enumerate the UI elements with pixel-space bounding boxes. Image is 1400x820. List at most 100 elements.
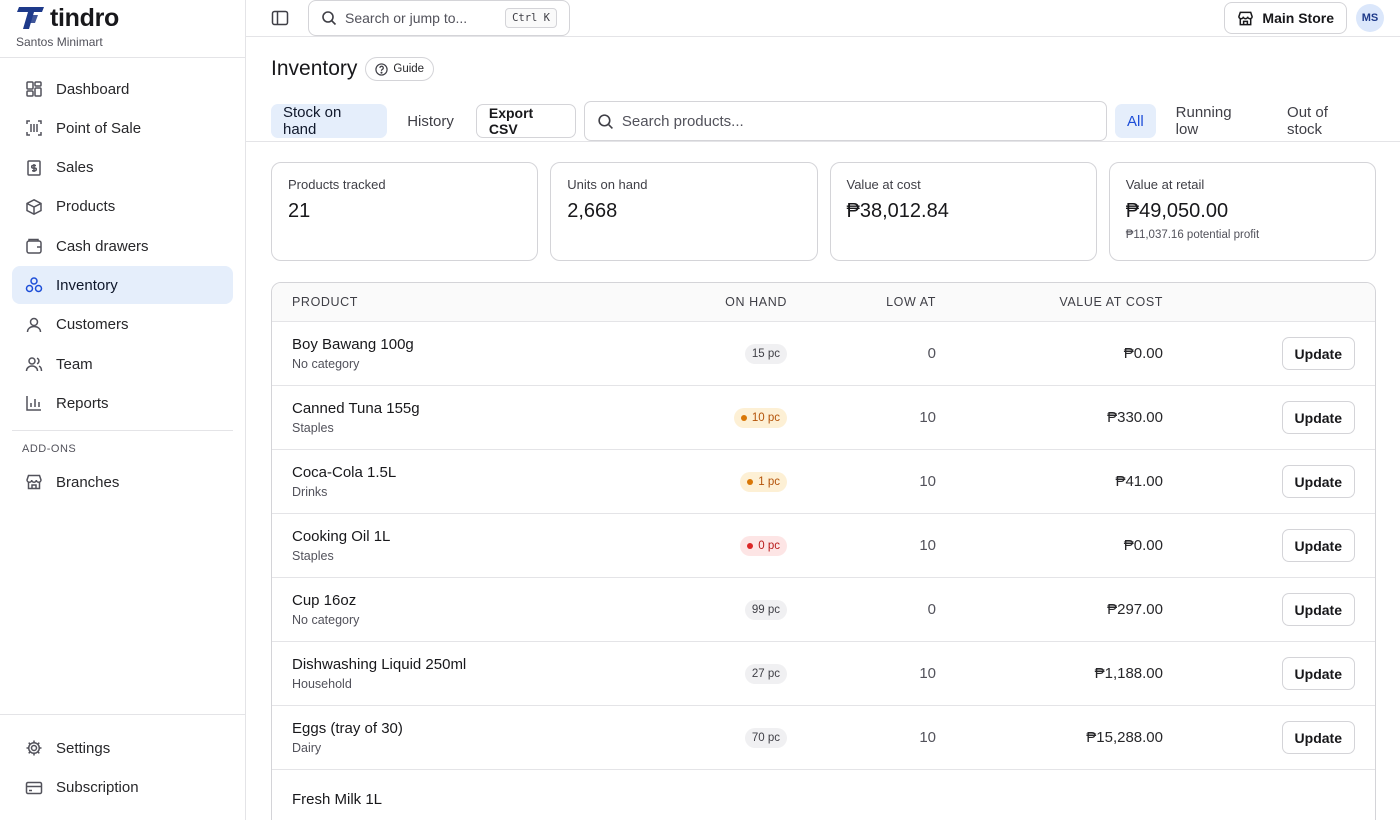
table-body: Boy Bawang 100g No category 15 pc 0 ₱0.00 Upd… <box>272 322 1375 820</box>
value-at-cost-cell: ₱1,188.00 <box>1094 665 1163 682</box>
product-cell: Cup 16oz No category <box>272 592 642 627</box>
update-button[interactable]: Update <box>1281 337 1355 370</box>
table-header: PRODUCT ON HAND LOW AT VALUE AT COST <box>272 283 1375 322</box>
tab-history[interactable]: History <box>395 104 466 138</box>
global-search-input[interactable]: Search or jump to... Ctrl K <box>308 0 570 36</box>
product-search-placeholder: Search products... <box>621 112 744 130</box>
product-category: Drinks <box>292 485 328 499</box>
avatar[interactable]: MS <box>1356 4 1384 32</box>
sidebar-item-cash-drawers[interactable]: Cash drawers <box>12 227 233 265</box>
actions-cell: Update <box>1163 593 1375 626</box>
actions-cell: Update <box>1163 721 1375 754</box>
update-button[interactable]: Update <box>1281 465 1355 498</box>
boxes-icon <box>24 275 44 295</box>
sidebar-item-label: Dashboard <box>56 80 130 98</box>
update-button[interactable]: Update <box>1281 529 1355 562</box>
global-search-placeholder: Search or jump to... <box>345 10 468 26</box>
product-category: Staples <box>292 549 334 563</box>
column-header-low-at[interactable]: LOW AT <box>787 295 936 309</box>
product-cell: Boy Bawang 100g No category <box>272 336 642 371</box>
filter-all[interactable]: All <box>1114 104 1156 138</box>
sidebar-item-dashboard[interactable]: Dashboard <box>12 70 233 108</box>
filter-out-of-stock[interactable]: Out of stock <box>1275 104 1376 138</box>
sidebar-item-inventory[interactable]: Inventory <box>12 266 233 305</box>
store-icon <box>1238 11 1254 25</box>
stat-note: ₱11,037.16 potential profit <box>1125 229 1260 241</box>
stock-badge-label: 1 pc <box>758 475 780 488</box>
product-search-input[interactable]: Search products... <box>583 101 1107 141</box>
stock-badge-label: 99 pc <box>751 603 780 616</box>
actions-cell: Update <box>1163 337 1375 370</box>
filter-running-low[interactable]: Running low <box>1164 104 1267 138</box>
stat-label: Value at cost <box>846 177 921 192</box>
sidebar-item-point-of-sale[interactable]: Point of Sale <box>12 109 233 147</box>
sidebar: tindro Santos Minimart Dashboard Point o… <box>0 0 246 820</box>
search-icon <box>322 11 337 26</box>
product-name: Boy Bawang 100g <box>292 336 414 353</box>
sidebar-item-team[interactable]: Team <box>12 345 233 383</box>
users-icon <box>24 354 44 374</box>
stock-badge: 15 pc <box>744 343 787 364</box>
product-cell: Dishwashing Liquid 250ml Household <box>272 656 642 691</box>
product-category: Staples <box>292 421 334 435</box>
sidebar-toggle-button[interactable] <box>268 6 292 30</box>
store-icon <box>24 472 44 492</box>
table-row: Boy Bawang 100g No category 15 pc 0 ₱0.00 Upd… <box>272 322 1375 386</box>
stock-badge: 99 pc <box>744 599 787 620</box>
sidebar-item-settings[interactable]: Settings <box>12 729 233 767</box>
product-name: Cooking Oil 1L <box>292 528 391 545</box>
product-category: No category <box>292 357 360 371</box>
table-row: Cup 16oz No category 99 pc 0 ₱297.00 Update <box>272 578 1375 642</box>
update-button[interactable]: Update <box>1281 401 1355 434</box>
sidebar-item-label: Team <box>56 355 93 373</box>
product-name: Fresh Milk 1L <box>292 791 383 808</box>
stat-value: 2,668 <box>567 200 618 222</box>
sidebar-item-products[interactable]: Products <box>12 188 233 226</box>
table-row: Canned Tuna 155g Staples 10 pc 10 ₱330.00 Upd… <box>272 386 1375 450</box>
column-header-on-hand[interactable]: ON HAND <box>642 295 787 309</box>
inventory-toolbar: Stock on hand History Export CSV Search … <box>271 101 1376 141</box>
chart-icon <box>24 393 44 413</box>
guide-button[interactable]: Guide <box>365 57 435 81</box>
wallet-icon <box>24 236 44 256</box>
stock-badge: 27 pc <box>744 663 787 684</box>
sidebar-item-label: Branches <box>56 473 120 491</box>
update-button[interactable]: Update <box>1281 721 1355 754</box>
store-switcher-button[interactable]: Main Store <box>1224 2 1347 34</box>
stock-badge: 70 pc <box>744 727 787 748</box>
stock-badge: 0 pc <box>740 535 787 556</box>
stat-label: Value at retail <box>1125 177 1205 192</box>
gear-icon <box>24 738 44 758</box>
stat-label: Units on hand <box>567 177 648 192</box>
update-button[interactable]: Update <box>1281 593 1355 626</box>
column-header-value-at-cost[interactable]: VALUE AT COST <box>936 295 1163 309</box>
product-category: No category <box>292 613 360 627</box>
update-button[interactable]: Update <box>1281 657 1355 690</box>
sidebar-item-sales[interactable]: Sales <box>12 149 233 187</box>
stat-value: 21 <box>288 200 311 222</box>
stat-card-products-tracked: Products tracked 21 <box>271 162 539 261</box>
stock-badge-label: 15 pc <box>751 347 780 360</box>
table-row: Cooking Oil 1L Staples 0 pc 10 ₱0.00 Update <box>272 514 1375 578</box>
help-circle-icon <box>375 62 389 76</box>
sidebar-toggle-icon <box>271 10 289 26</box>
page-header: Inventory Guide Stock on hand History Ex… <box>246 37 1400 142</box>
on-hand-cell: 10 pc <box>642 407 787 428</box>
export-csv-button[interactable]: Export CSV <box>475 104 576 138</box>
actions-cell: Update <box>1163 657 1375 690</box>
sidebar-item-customers[interactable]: Customers <box>12 306 233 344</box>
low-at-cell: 0 <box>927 345 936 362</box>
table-row: Eggs (tray of 30) Dairy 70 pc 10 ₱15,288.00 U… <box>272 706 1375 770</box>
sidebar-item-reports[interactable]: Reports <box>12 384 233 422</box>
sidebar-item-subscription[interactable]: Subscription <box>12 769 233 807</box>
sidebar-item-branches[interactable]: Branches <box>12 463 233 501</box>
column-header-product[interactable]: PRODUCT <box>272 295 642 309</box>
brand-name: tindro <box>50 4 120 32</box>
dashboard-icon <box>24 79 44 99</box>
tab-stock-on-hand[interactable]: Stock on hand <box>271 104 388 138</box>
search-shortcut-hint: Ctrl K <box>505 8 557 28</box>
page-title: Inventory <box>271 57 358 80</box>
content: Products tracked 21 Units on hand 2,668 … <box>246 142 1400 820</box>
addons-heading: ADD-ONS <box>22 443 77 456</box>
sidebar-nav: Dashboard Point of Sale Sales Products C… <box>0 58 245 714</box>
